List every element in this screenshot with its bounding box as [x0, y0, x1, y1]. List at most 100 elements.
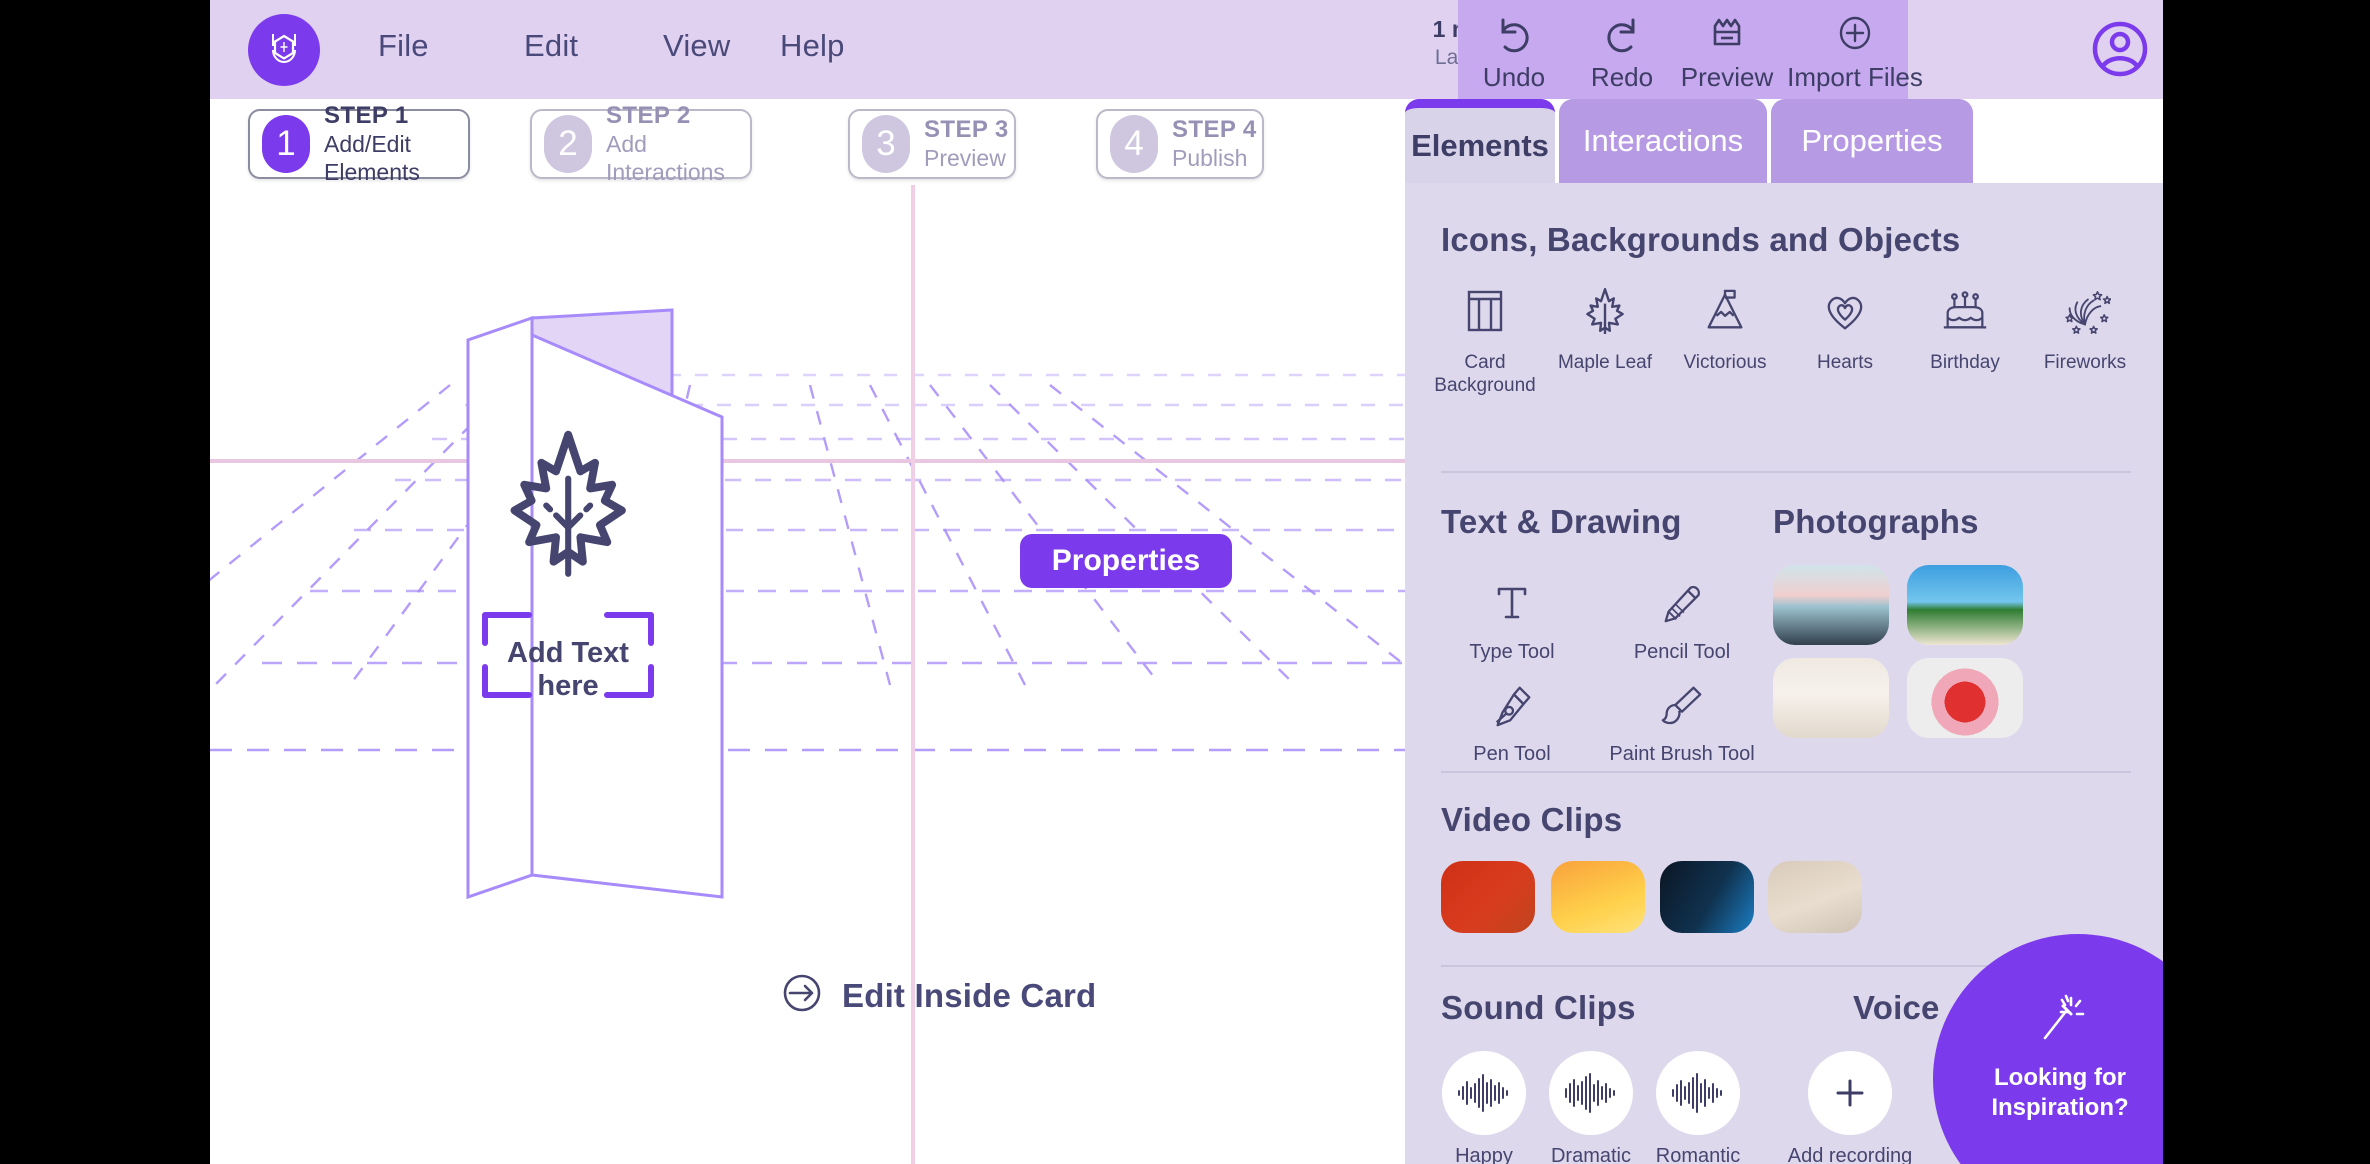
inspiration-button[interactable]: Looking for Inspiration? — [1933, 934, 2163, 1164]
card-background-icon — [1425, 281, 1545, 341]
undo-button[interactable]: Undo — [1458, 8, 1570, 93]
photo-gift-boxes[interactable] — [1907, 658, 2023, 738]
photo-beach-palm[interactable] — [1907, 565, 2023, 645]
text-drawing-row-1: Type Tool Pencil Tool — [1427, 571, 1767, 664]
menu-view[interactable]: View — [663, 28, 730, 64]
step-1-title: STEP 1 — [324, 102, 409, 129]
app-logo-hexagon-icon — [262, 26, 306, 75]
sound-romantic-label: Romantic — [1655, 1145, 1741, 1164]
fireworks-icon — [2025, 281, 2145, 341]
step-1[interactable]: 1 STEP 1 Add/Edit Elements — [248, 102, 470, 185]
section-title-text-drawing: Text & Drawing — [1441, 503, 1682, 540]
panel-tabs: Elements Interactions Properties — [1405, 99, 2163, 183]
import-files-label: Import Files — [1787, 62, 1923, 92]
sound-happy[interactable]: Happy — [1434, 1051, 1534, 1164]
waveform-icon — [1656, 1051, 1740, 1135]
app-header: File Edit View Help 1 min ago Last Saved… — [210, 0, 2163, 99]
step-2[interactable]: 2 STEP 2 Add Interactions — [530, 102, 752, 185]
element-birthday-label: Birthday — [1930, 352, 2000, 373]
video-strawberry[interactable] — [1441, 861, 1535, 933]
redo-button[interactable]: Redo — [1566, 8, 1678, 93]
edit-inside-card-label: Edit Inside Card — [842, 976, 1097, 1014]
step-2-number: 2 — [544, 115, 592, 173]
video-spaghetti[interactable] — [1551, 861, 1645, 933]
sound-dramatic[interactable]: Dramatic — [1541, 1051, 1641, 1164]
import-files-button[interactable]: Import Files — [1780, 8, 1930, 93]
tool-type[interactable]: Type Tool — [1427, 571, 1597, 664]
step-3[interactable]: 3 STEP 3 Preview — [848, 109, 1016, 179]
app-window: File Edit View Help 1 min ago Last Saved… — [210, 0, 2163, 1164]
tool-paint-brush-label: Paint Brush Tool — [1609, 743, 1755, 765]
add-text-placeholder[interactable]: Add Text here — [476, 637, 660, 703]
arrow-right-circle-icon — [780, 971, 824, 1020]
tool-pencil-label: Pencil Tool — [1633, 641, 1731, 663]
menu-edit[interactable]: Edit — [524, 28, 578, 64]
tool-type-label: Type Tool — [1469, 641, 1555, 663]
account-circle-icon — [2087, 21, 2153, 86]
tool-pencil[interactable]: Pencil Tool — [1597, 571, 1767, 664]
menu-file[interactable]: File — [378, 28, 429, 64]
undo-icon — [1458, 8, 1570, 60]
step-1-sub: Add/Edit Elements — [324, 131, 420, 185]
tab-elements[interactable]: Elements — [1405, 99, 1555, 183]
pen-tool-icon — [1427, 673, 1597, 737]
section-title-sound-clips: Sound Clips — [1441, 989, 1636, 1026]
sound-romantic[interactable]: Romantic — [1648, 1051, 1748, 1164]
element-hearts-label: Hearts — [1817, 352, 1873, 373]
waveform-icon — [1442, 1051, 1526, 1135]
paint-brush-tool-icon — [1597, 673, 1767, 737]
preview-button[interactable]: Preview — [1671, 8, 1783, 93]
step-4-title: STEP 4 — [1172, 116, 1257, 143]
step-4-sub: Publish — [1172, 145, 1248, 171]
step-bar: 1 STEP 1 Add/Edit Elements 2 STEP 2 Add … — [210, 99, 1405, 185]
section-title-video-clips: Video Clips — [1441, 801, 1623, 838]
properties-button[interactable]: Properties — [1020, 534, 1232, 588]
element-fireworks[interactable]: Fireworks — [2025, 281, 2145, 397]
step-1-number: 1 — [262, 115, 310, 173]
heart-icon — [1785, 281, 1905, 341]
photo-cake-candles[interactable] — [1773, 658, 1889, 738]
step-3-title: STEP 3 — [924, 116, 1009, 143]
tab-properties[interactable]: Properties — [1771, 99, 1973, 183]
section-title-icons: Icons, Backgrounds and Objects — [1441, 221, 1961, 258]
card-left-panel — [466, 315, 534, 900]
element-hearts[interactable]: Hearts — [1785, 281, 1905, 397]
video-muffin[interactable] — [1768, 861, 1862, 933]
divider-2 — [1441, 771, 2131, 773]
section-title-photographs: Photographs — [1773, 503, 1979, 540]
type-tool-icon — [1427, 571, 1597, 635]
voice-add-recording[interactable]: Add recording — [1785, 1051, 1915, 1164]
menu-help[interactable]: Help — [780, 28, 845, 64]
undo-label: Undo — [1482, 62, 1546, 92]
tool-pen[interactable]: Pen Tool — [1427, 673, 1597, 766]
step-4-number: 4 — [1110, 115, 1158, 173]
waveform-icon — [1549, 1051, 1633, 1135]
sound-happy-label: Happy — [1455, 1145, 1513, 1164]
mountain-flag-icon — [1665, 281, 1785, 341]
element-birthday[interactable]: Birthday — [1905, 281, 2025, 397]
element-maple-leaf[interactable]: Maple Leaf — [1545, 281, 1665, 397]
plus-circle-icon — [1780, 8, 1930, 60]
birthday-cake-icon — [1905, 281, 2025, 341]
video-vr-headset[interactable] — [1660, 861, 1754, 933]
voice-add-recording-label: Add recording — [1787, 1145, 1913, 1164]
edit-inside-card-button[interactable]: Edit Inside Card — [780, 971, 1096, 1020]
account-avatar[interactable] — [2087, 16, 2153, 82]
step-2-title: STEP 2 — [606, 102, 691, 129]
app-logo[interactable] — [248, 14, 320, 86]
photo-mountains[interactable] — [1773, 565, 1889, 645]
element-card-background-label: Card Background — [1434, 352, 1536, 396]
tab-interactions[interactable]: Interactions — [1559, 99, 1767, 183]
icons-row: Card Background Maple Leaf Victorious He… — [1425, 281, 2145, 397]
step-3-number: 3 — [862, 115, 910, 173]
section-title-voice: Voice — [1853, 989, 1940, 1026]
step-4[interactable]: 4 STEP 4 Publish — [1096, 109, 1264, 179]
panel-body: Icons, Backgrounds and Objects Card Back… — [1405, 183, 2163, 1164]
step-2-sub: Add Interactions — [606, 131, 725, 185]
preview-icon — [1671, 8, 1783, 60]
card-canvas[interactable]: Add Text here Properties Edit Inside Car… — [210, 185, 1405, 1164]
tool-paint-brush[interactable]: Paint Brush Tool — [1597, 673, 1767, 766]
inspiration-line2: Inspiration? — [1991, 1094, 2129, 1121]
element-victorious[interactable]: Victorious — [1665, 281, 1785, 397]
element-card-background[interactable]: Card Background — [1425, 281, 1545, 397]
